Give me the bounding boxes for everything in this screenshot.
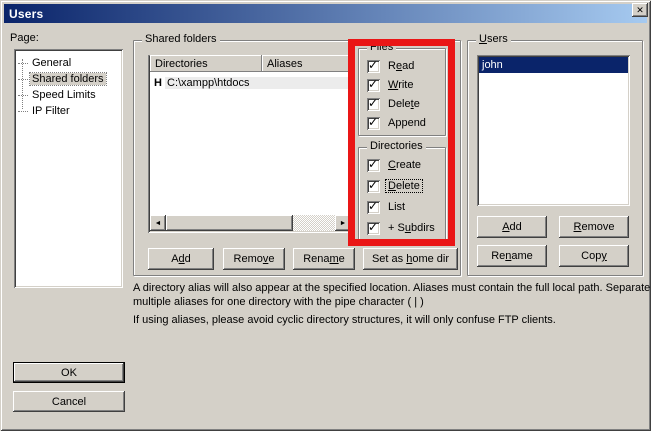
check-icon: ✓ <box>368 77 378 91</box>
checkbox-label: List <box>386 201 407 213</box>
checkbox-box: ✓ <box>367 98 380 111</box>
checkbox-box: ✓ <box>367 159 380 172</box>
page-tree[interactable]: General Shared folders Speed Limits IP F… <box>14 49 123 288</box>
column-header-directories[interactable]: Directories <box>150 55 262 72</box>
checkbox-dir-subdirs[interactable]: ✓ + Subdirs <box>367 221 437 235</box>
scrollbar-track[interactable] <box>293 215 335 231</box>
checkbox-dir-delete[interactable]: ✓ Delete <box>367 179 422 193</box>
tree-item-label: General <box>30 57 73 69</box>
tree-item-general[interactable]: General <box>18 55 73 71</box>
scrollbar-thumb[interactable] <box>166 215 293 231</box>
checkbox-file-read[interactable]: ✓ Read <box>367 59 416 73</box>
add-user-button[interactable]: Add <box>477 216 547 238</box>
remove-user-button[interactable]: Remove <box>559 216 629 238</box>
checkbox-label: + Subdirs <box>386 222 437 234</box>
cyclic-note-text: If using aliases, please avoid cyclic di… <box>133 313 651 327</box>
directories-permissions-group: Directories ✓ Create ✓ Delete ✓ List ✓ +… <box>358 147 446 240</box>
checkbox-file-append[interactable]: ✓ Append <box>367 116 428 130</box>
checkbox-label: Write <box>386 79 415 91</box>
close-icon: ✕ <box>636 5 644 16</box>
home-marker: H <box>151 77 165 89</box>
directories-group-label: Directories <box>367 140 426 152</box>
check-icon: ✓ <box>368 115 378 129</box>
shared-folders-group-label: Shared folders <box>142 33 220 45</box>
ok-button[interactable]: OK <box>13 362 125 383</box>
checkbox-file-write[interactable]: ✓ Write <box>367 78 415 92</box>
checkbox-file-delete[interactable]: ✓ Delete <box>367 97 422 111</box>
user-name: john <box>482 59 503 71</box>
checkbox-label: Append <box>386 117 428 129</box>
checkbox-box: ✓ <box>367 117 380 130</box>
tree-item-label: Speed Limits <box>30 89 98 101</box>
button-label: Cancel <box>52 396 86 408</box>
button-label: Remove <box>234 253 275 265</box>
users-group-label: Users <box>476 33 511 45</box>
users-dialog: Users ✕ Page: General Shared folders Spe… <box>0 0 651 431</box>
add-folder-button[interactable]: Add <box>148 248 214 270</box>
checkbox-dir-list[interactable]: ✓ List <box>367 200 407 214</box>
directories-list[interactable]: Directories Aliases H C:\xampp\htdocs ◄ … <box>148 55 353 233</box>
users-list[interactable]: john <box>477 55 630 206</box>
tree-branch-icon <box>18 95 28 96</box>
tree-item-shared-folders[interactable]: Shared folders <box>18 71 106 87</box>
horizontal-scrollbar[interactable]: ◄ ► <box>150 215 351 231</box>
column-header-label: Aliases <box>267 58 302 70</box>
titlebar[interactable]: Users <box>4 4 647 23</box>
checkbox-box: ✓ <box>367 222 380 235</box>
scroll-left-icon: ◄ <box>155 220 162 227</box>
remove-folder-button[interactable]: Remove <box>223 248 285 270</box>
tree-item-ip-filter[interactable]: IP Filter <box>18 103 72 119</box>
button-label: Rename <box>491 250 533 262</box>
alias-note-text: A directory alias will also appear at th… <box>133 281 651 309</box>
scroll-right-button[interactable]: ► <box>335 215 351 231</box>
user-list-item[interactable]: john <box>479 57 628 73</box>
page-label: Page: <box>10 32 39 44</box>
checkbox-label: Delete <box>386 98 422 110</box>
button-label: Remove <box>574 221 615 233</box>
scroll-left-button[interactable]: ◄ <box>150 215 166 231</box>
scroll-right-icon: ► <box>340 220 347 227</box>
checkbox-box: ✓ <box>367 60 380 73</box>
set-as-home-dir-button[interactable]: Set as home dir <box>363 248 458 270</box>
tree-branch-icon <box>18 63 28 64</box>
column-header-label: Directories <box>155 58 208 70</box>
button-label: Copy <box>581 250 607 262</box>
checkbox-dir-create[interactable]: ✓ Create <box>367 158 423 172</box>
button-label: OK <box>61 367 77 379</box>
files-permissions-group: Files ✓ Read ✓ Write ✓ Delete ✓ Append <box>358 48 446 136</box>
checkbox-label: Read <box>386 60 416 72</box>
checkbox-box: ✓ <box>367 201 380 214</box>
checkbox-box: ✓ <box>367 180 380 193</box>
tree-item-speed-limits[interactable]: Speed Limits <box>18 87 98 103</box>
checkbox-label: Delete <box>386 180 422 192</box>
checkbox-box: ✓ <box>367 79 380 92</box>
copy-user-button[interactable]: Copy <box>559 245 629 267</box>
rename-folder-button[interactable]: Rename <box>293 248 355 270</box>
tree-item-label: Shared folders <box>30 73 106 85</box>
button-label: Rename <box>303 253 345 265</box>
close-button[interactable]: ✕ <box>632 3 648 17</box>
checkbox-label: Create <box>386 159 423 171</box>
directory-path: C:\xampp\htdocs <box>165 77 350 89</box>
check-icon: ✓ <box>368 220 378 234</box>
check-icon: ✓ <box>368 157 378 171</box>
check-icon: ✓ <box>368 178 378 192</box>
directory-row[interactable]: H C:\xampp\htdocs <box>151 75 350 90</box>
check-icon: ✓ <box>368 58 378 72</box>
window-title: Users <box>4 7 43 21</box>
tree-item-label: IP Filter <box>30 105 72 117</box>
cancel-button[interactable]: Cancel <box>13 391 125 412</box>
button-label: Add <box>171 253 191 265</box>
button-label: Add <box>502 221 522 233</box>
files-group-label: Files <box>367 41 396 53</box>
check-icon: ✓ <box>368 96 378 110</box>
rename-user-button[interactable]: Rename <box>477 245 547 267</box>
column-header-aliases[interactable]: Aliases <box>262 55 351 72</box>
check-icon: ✓ <box>368 199 378 213</box>
tree-branch-icon <box>18 79 28 80</box>
button-label: Set as home dir <box>372 253 449 265</box>
tree-branch-icon <box>18 111 28 112</box>
